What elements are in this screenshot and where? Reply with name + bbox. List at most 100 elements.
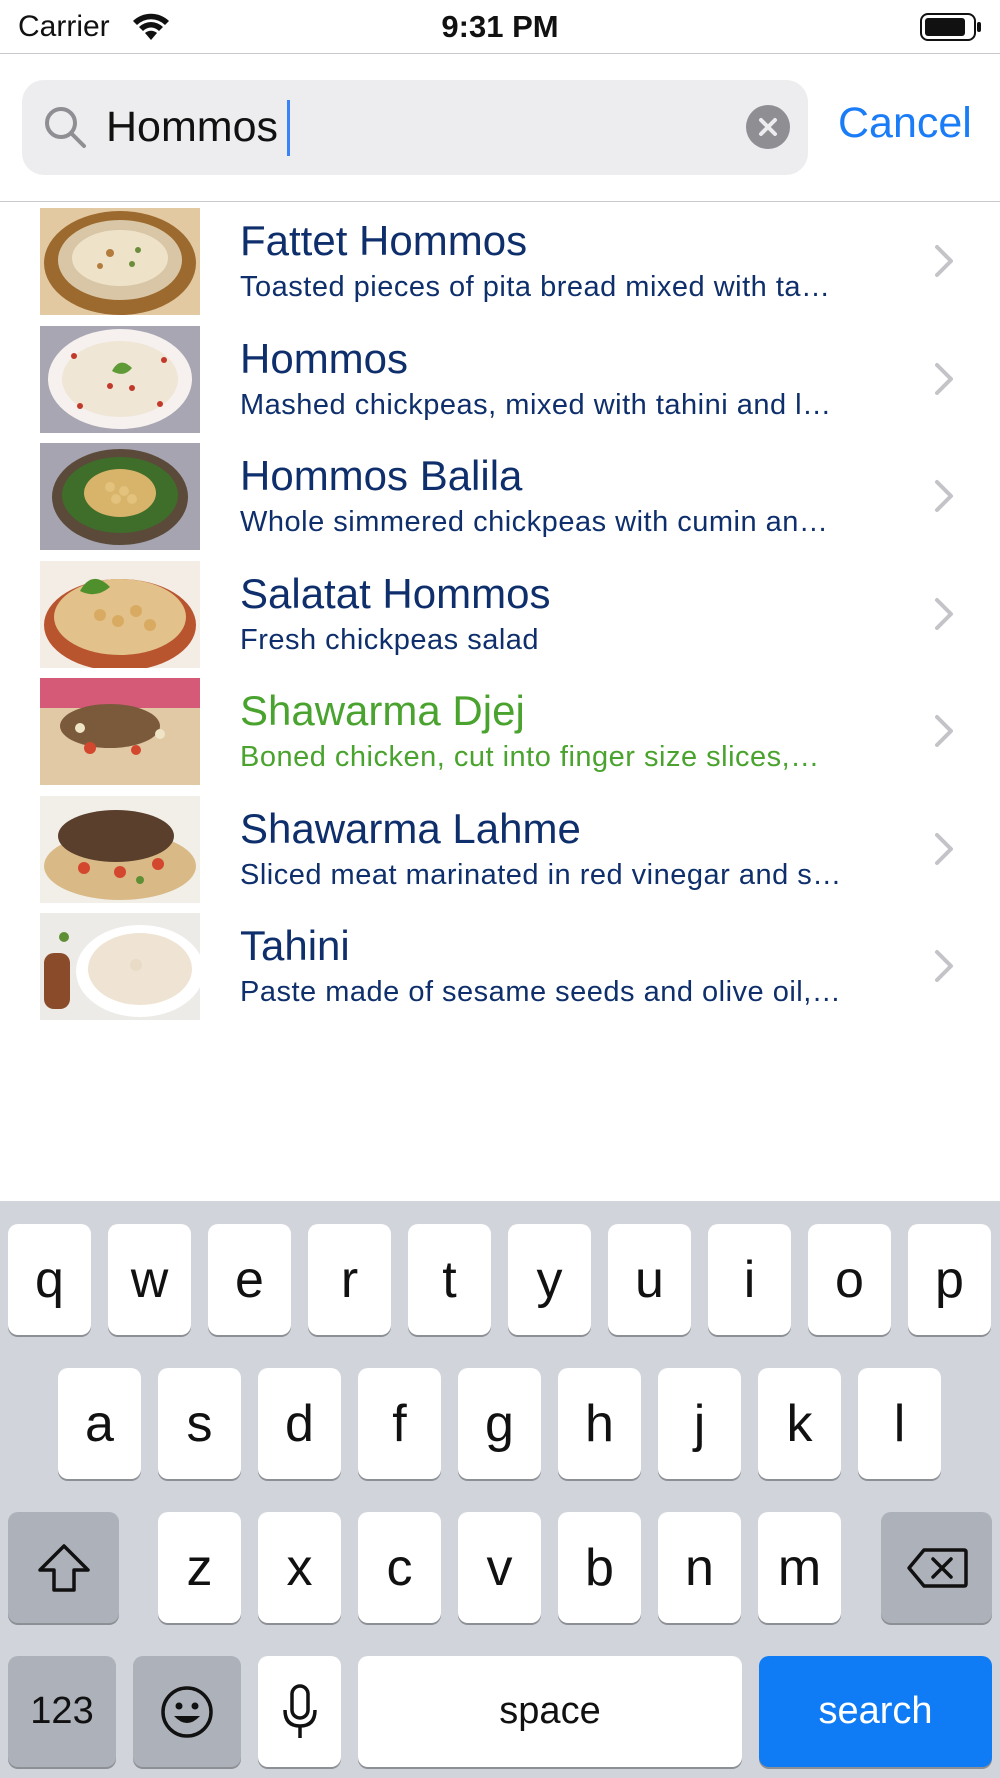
key-q[interactable]: q <box>8 1224 91 1335</box>
item-title: Hommos <box>240 334 409 382</box>
item-title: Hommos Balila <box>240 452 523 499</box>
microphone-key[interactable] <box>258 1656 341 1767</box>
key-k[interactable]: k <box>758 1368 841 1479</box>
list-item[interactable]: Shawarma Djej Boned chicken, cut into fi… <box>0 673 1000 791</box>
key-b[interactable]: b <box>558 1512 641 1623</box>
item-subtitle: Mashed chickpeas, mixed with tahini and … <box>240 388 832 421</box>
key-label: y <box>536 1250 563 1309</box>
key-g[interactable]: g <box>458 1368 541 1479</box>
list-item[interactable]: Tahini Paste made of sesame seeds and ol… <box>0 908 1000 1026</box>
list-item[interactable]: Hommos Mashed chickpeas, mixed with tahi… <box>0 321 1000 439</box>
cancel-button[interactable]: Cancel <box>838 99 972 148</box>
key-label: search <box>818 1690 933 1732</box>
list-item[interactable]: Fattet Hommos Toasted pieces of pita bre… <box>0 203 1000 321</box>
key-label: h <box>585 1394 614 1453</box>
key-label: a <box>85 1394 114 1453</box>
key-label: x <box>286 1538 313 1597</box>
item-title: Salatat Hommos <box>240 569 551 617</box>
key-label: c <box>386 1538 413 1597</box>
results-list: Fattet Hommos Toasted pieces of pita bre… <box>0 203 1000 1026</box>
item-subtitle: Boned chicken, cut into finger size slic… <box>240 741 820 773</box>
key-h[interactable]: h <box>558 1368 641 1479</box>
key-s[interactable]: s <box>158 1368 241 1479</box>
key-n[interactable]: n <box>658 1512 741 1623</box>
key-v[interactable]: v <box>458 1512 541 1623</box>
item-subtitle: Fresh chickpeas salad <box>240 623 540 656</box>
key-m[interactable]: m <box>758 1512 841 1623</box>
dish-thumbnail <box>40 560 200 668</box>
key-label: f <box>392 1394 407 1453</box>
dish-thumbnail <box>40 795 200 903</box>
item-title: Shawarma Lahme <box>240 804 581 852</box>
key-w[interactable]: w <box>108 1224 191 1335</box>
item-subtitle: Paste made of sesame seeds and olive oil… <box>240 976 842 1008</box>
key-label: b <box>585 1538 614 1597</box>
shift-icon <box>37 1543 90 1592</box>
clear-icon[interactable] <box>746 105 790 149</box>
item-title: Shawarma Djej <box>240 687 525 734</box>
key-label: m <box>777 1538 822 1597</box>
key-label: u <box>635 1250 664 1309</box>
item-subtitle: Whole simmered chickpeas with cumin an… <box>240 506 829 538</box>
key-i[interactable]: i <box>708 1224 791 1335</box>
text-caret <box>287 100 290 156</box>
item-subtitle: Sliced meat marinated in red vinegar and… <box>240 858 842 891</box>
key-p[interactable]: p <box>908 1224 991 1335</box>
key-label: j <box>693 1394 706 1453</box>
chevron-right-icon <box>935 950 953 982</box>
list-item[interactable]: Shawarma Lahme Sliced meat marinated in … <box>0 791 1000 909</box>
status-bar: Carrier 9:31 PM <box>0 0 1000 54</box>
key-label: d <box>285 1394 314 1453</box>
chevron-right-icon <box>935 480 953 512</box>
key-label: t <box>442 1250 457 1309</box>
delete-key[interactable] <box>881 1512 992 1623</box>
key-d[interactable]: d <box>258 1368 341 1479</box>
keyboard: q w e r t y u i o p a s d f g h j k l z … <box>0 1201 1000 1778</box>
key-t[interactable]: t <box>408 1224 491 1335</box>
key-label: w <box>130 1250 169 1309</box>
key-z[interactable]: z <box>158 1512 241 1623</box>
chevron-right-icon <box>935 715 953 747</box>
key-u[interactable]: u <box>608 1224 691 1335</box>
shift-key[interactable] <box>8 1512 119 1623</box>
key-x[interactable]: x <box>258 1512 341 1623</box>
key-o[interactable]: o <box>808 1224 891 1335</box>
chevron-right-icon <box>935 362 953 395</box>
key-label: z <box>186 1538 213 1597</box>
microphone-icon <box>282 1683 317 1738</box>
key-c[interactable]: c <box>358 1512 441 1623</box>
item-title: Fattet Hommos <box>240 217 528 264</box>
search-field[interactable] <box>22 80 808 175</box>
key-j[interactable]: j <box>658 1368 741 1479</box>
space-key[interactable]: space <box>358 1656 742 1767</box>
list-item[interactable]: Salatat Hommos Fresh chickpeas salad <box>0 556 1000 674</box>
key-e[interactable]: e <box>208 1224 291 1335</box>
key-label: o <box>835 1250 864 1309</box>
battery-icon <box>920 13 981 41</box>
key-label: s <box>186 1394 213 1453</box>
chevron-right-icon <box>935 832 953 865</box>
key-r[interactable]: r <box>308 1224 391 1335</box>
list-item[interactable]: Hommos Balila Whole simmered chickpeas w… <box>0 438 1000 556</box>
key-a[interactable]: a <box>58 1368 141 1479</box>
chevron-right-icon <box>935 597 953 630</box>
chevron-right-icon <box>935 245 953 277</box>
key-label: r <box>340 1250 359 1309</box>
search-key[interactable]: search <box>759 1656 992 1767</box>
key-label: l <box>893 1394 906 1453</box>
key-y[interactable]: y <box>508 1224 591 1335</box>
item-subtitle: Toasted pieces of pita bread mixed with … <box>240 271 831 303</box>
key-label: v <box>486 1538 513 1597</box>
key-label: k <box>786 1394 813 1453</box>
numbers-key[interactable]: 123 <box>8 1656 116 1767</box>
search-input[interactable] <box>106 94 726 160</box>
key-label: space <box>499 1690 601 1732</box>
dish-thumbnail <box>40 678 200 785</box>
dish-thumbnail <box>40 325 200 433</box>
emoji-key[interactable] <box>133 1656 241 1767</box>
dish-thumbnail <box>40 913 200 1020</box>
key-label: p <box>935 1250 964 1309</box>
key-l[interactable]: l <box>858 1368 941 1479</box>
clock: 9:31 PM <box>441 9 559 44</box>
key-f[interactable]: f <box>358 1368 441 1479</box>
